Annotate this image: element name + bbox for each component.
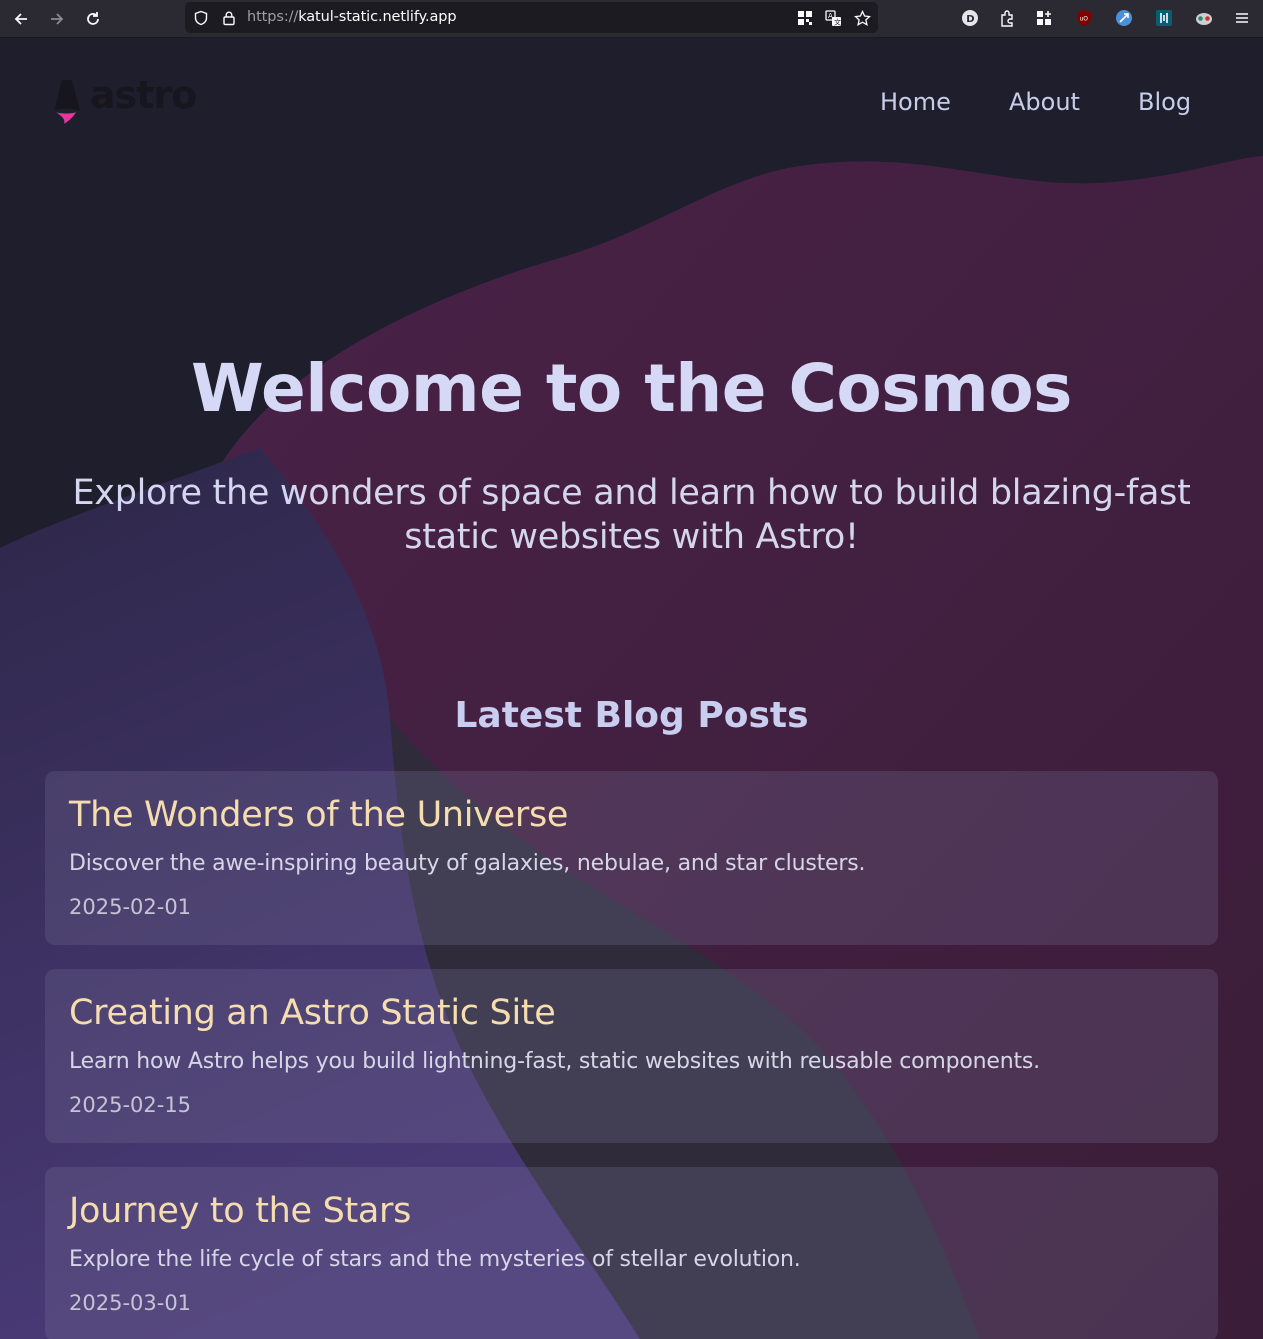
blog-card-description: Explore the life cycle of stars and the …: [69, 1247, 801, 1272]
blog-card-date: 2025-02-01: [69, 895, 192, 919]
svg-text:文: 文: [834, 17, 841, 26]
blog-card-title[interactable]: The Wonders of the Universe: [69, 795, 568, 835]
blog-card-description: Discover the awe-inspiring beauty of gal…: [69, 851, 866, 876]
logo-text: astro: [90, 78, 196, 117]
ublock-icon[interactable]: uO: [1074, 8, 1094, 28]
hero-subtitle: Explore the wonders of space and learn h…: [72, 473, 1191, 557]
blog-card-date: 2025-02-15: [69, 1093, 192, 1117]
url-text[interactable]: https://katul-static.netlify.app: [247, 9, 457, 25]
back-icon[interactable]: [9, 7, 33, 31]
lock-icon[interactable]: [220, 9, 238, 27]
svg-text:D: D: [966, 14, 974, 25]
shield-icon[interactable]: [192, 9, 210, 27]
nav-about[interactable]: About: [1009, 88, 1080, 116]
blog-card-title[interactable]: Creating an Astro Static Site: [69, 993, 556, 1033]
astro-logo[interactable]: astro: [44, 73, 234, 128]
reload-icon[interactable]: [81, 7, 105, 31]
browser-toolbar: https://katul-static.netlify.app A文 D uO: [0, 0, 1263, 38]
blog-card[interactable]: Journey to the Stars Explore the life cy…: [45, 1167, 1218, 1339]
url-host: katul-static.netlify.app: [298, 9, 457, 25]
blog-card-title[interactable]: Journey to the Stars: [69, 1191, 411, 1231]
extensions-icon[interactable]: [997, 8, 1017, 28]
blog-card-date: 2025-03-01: [69, 1291, 192, 1315]
menu-icon[interactable]: [1232, 8, 1252, 28]
url-bar[interactable]: https://katul-static.netlify.app A文: [185, 2, 878, 33]
blog-section-heading: Latest Blog Posts: [454, 695, 809, 736]
blog-card[interactable]: Creating an Astro Static Site Learn how …: [45, 969, 1218, 1143]
blog-card-description: Learn how Astro helps you build lightnin…: [69, 1049, 1040, 1074]
qr-code-icon[interactable]: [796, 9, 814, 27]
svg-text:A: A: [828, 12, 833, 20]
extension-icon[interactable]: [1154, 8, 1174, 28]
svg-text:uO: uO: [1080, 16, 1089, 23]
translate-icon[interactable]: A文: [824, 9, 842, 27]
nav-blog[interactable]: Blog: [1138, 88, 1191, 116]
apps-grid-icon[interactable]: [1034, 8, 1054, 28]
forward-icon[interactable]: [45, 7, 69, 31]
background-blobs: [0, 156, 1263, 1339]
page: astro Home About Blog Welcome to the Cos…: [0, 38, 1263, 1339]
privacy-badger-icon[interactable]: [1194, 8, 1214, 28]
url-protocol: https://: [247, 9, 299, 25]
bookmark-star-icon[interactable]: [853, 9, 871, 27]
duckduckgo-extension-icon[interactable]: D: [960, 8, 980, 28]
blog-card[interactable]: The Wonders of the Universe Discover the…: [45, 771, 1218, 945]
hero-title: Welcome to the Cosmos: [191, 350, 1072, 427]
bitwarden-icon[interactable]: [1114, 8, 1134, 28]
nav-home[interactable]: Home: [880, 88, 951, 116]
